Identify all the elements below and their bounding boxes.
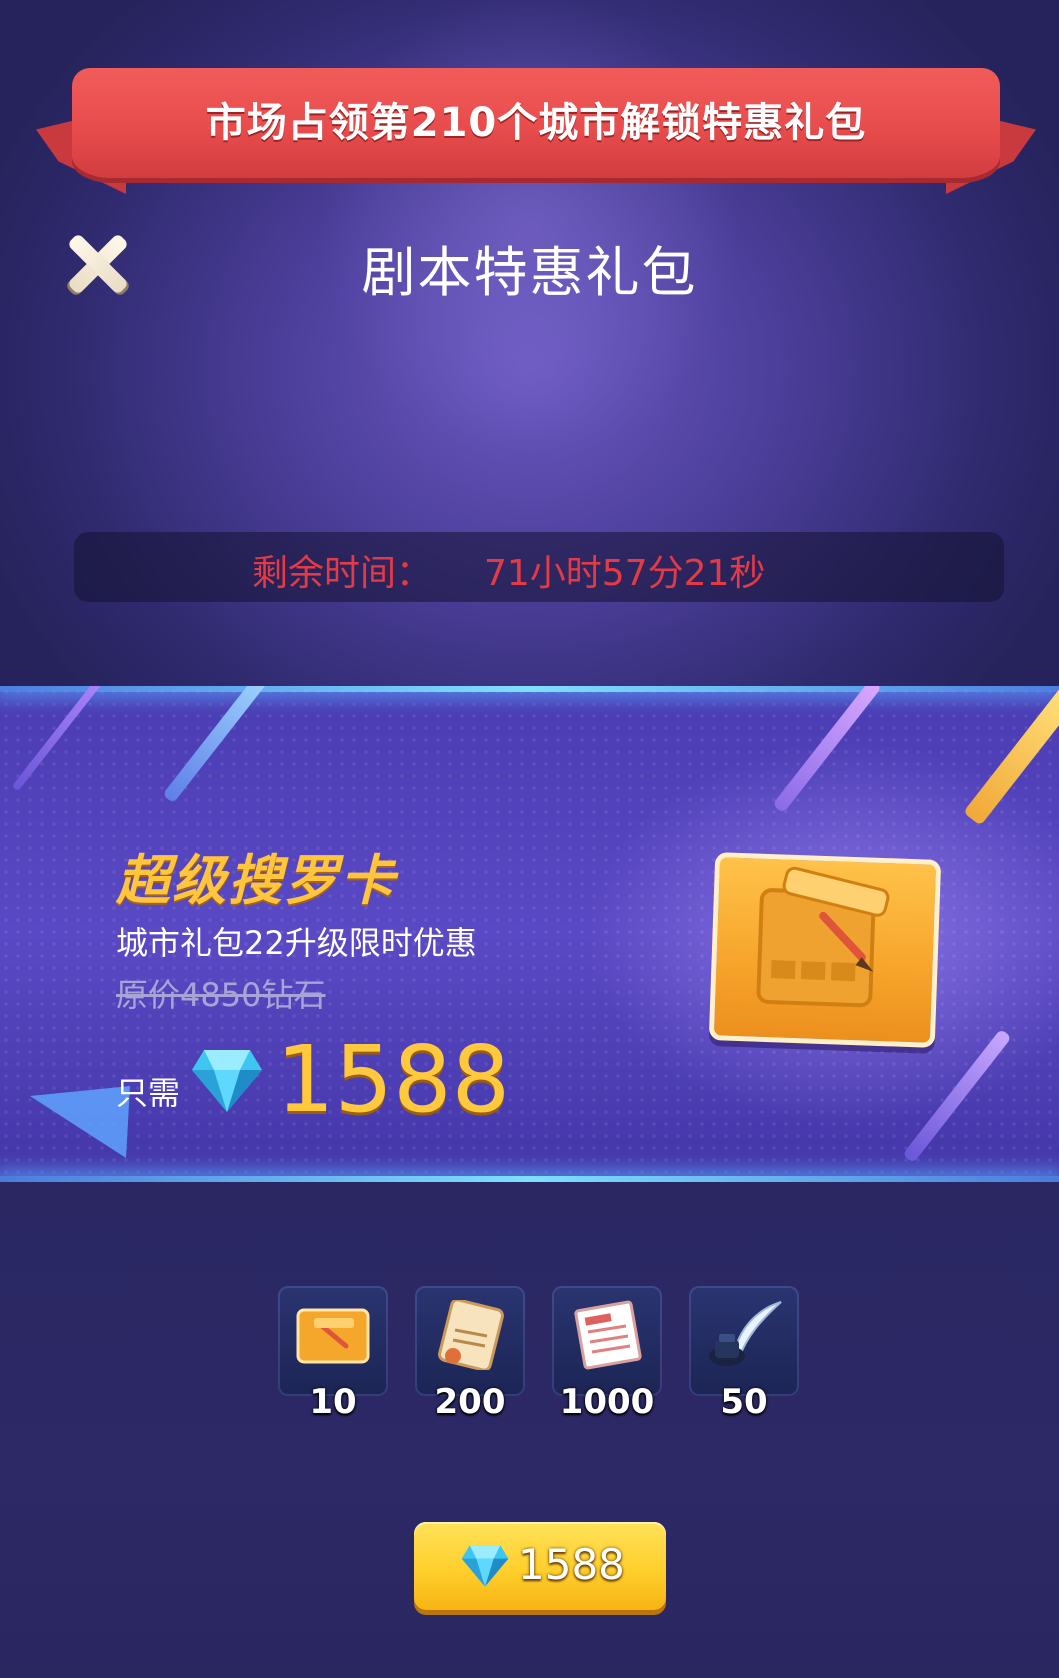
ribbon-title: 市场占领第210个城市解锁特惠礼包 xyxy=(205,100,867,146)
ribbon-banner: 市场占领第210个城市解锁特惠礼包 xyxy=(72,68,1000,178)
header-ribbon: 市场占领第210个城市解锁特惠礼包 xyxy=(36,60,1036,210)
buy-button-price: 1588 xyxy=(518,1540,625,1589)
countdown-value: 71小时57分21秒 xyxy=(484,553,766,594)
buy-button[interactable]: 1588 xyxy=(414,1522,666,1610)
decor-streak xyxy=(11,686,117,792)
offer-subtitle: 城市礼包22升级限时优惠 xyxy=(116,924,477,962)
diamond-icon xyxy=(461,1545,509,1587)
reward-item[interactable]: 50 xyxy=(689,1286,799,1422)
offer-price: 1588 xyxy=(276,1026,511,1133)
decor-streak xyxy=(963,686,1059,826)
invoice-document-icon xyxy=(574,1300,642,1370)
reward-count: 1000 xyxy=(559,1382,655,1422)
search-card-icon xyxy=(296,1308,370,1364)
countdown-bar: 剩余时间： 71小时57分21秒 xyxy=(74,532,1004,602)
banner-glow-bottom xyxy=(0,1176,1059,1182)
offer-name: 超级搜罗卡 xyxy=(116,849,396,912)
reward-count: 50 xyxy=(720,1382,768,1422)
page-title: 剧本特惠礼包 xyxy=(361,241,698,304)
search-card-icon xyxy=(708,852,942,1048)
diamond-icon xyxy=(192,1050,262,1112)
reward-count: 10 xyxy=(309,1382,357,1422)
decor-streak xyxy=(162,686,272,804)
original-price: 原价4850钻石 xyxy=(116,976,326,1014)
ink-quill-icon xyxy=(709,1301,782,1366)
reward-item[interactable]: 200 xyxy=(415,1286,525,1422)
reward-item[interactable]: 1000 xyxy=(552,1286,662,1422)
countdown-label: 剩余时间： xyxy=(252,553,433,594)
need-label: 只需 xyxy=(116,1074,181,1112)
work-letter-icon xyxy=(438,1300,504,1370)
reward-item[interactable]: 10 xyxy=(278,1286,388,1422)
banner-glow-top xyxy=(0,686,1059,692)
decor-streak xyxy=(902,1028,1012,1164)
offer-banner: 超级搜罗卡 城市礼包22升级限时优惠 原价4850钻石 只需 1588 xyxy=(0,686,1059,1182)
reward-count: 200 xyxy=(434,1382,506,1422)
decor-streak xyxy=(772,686,882,814)
